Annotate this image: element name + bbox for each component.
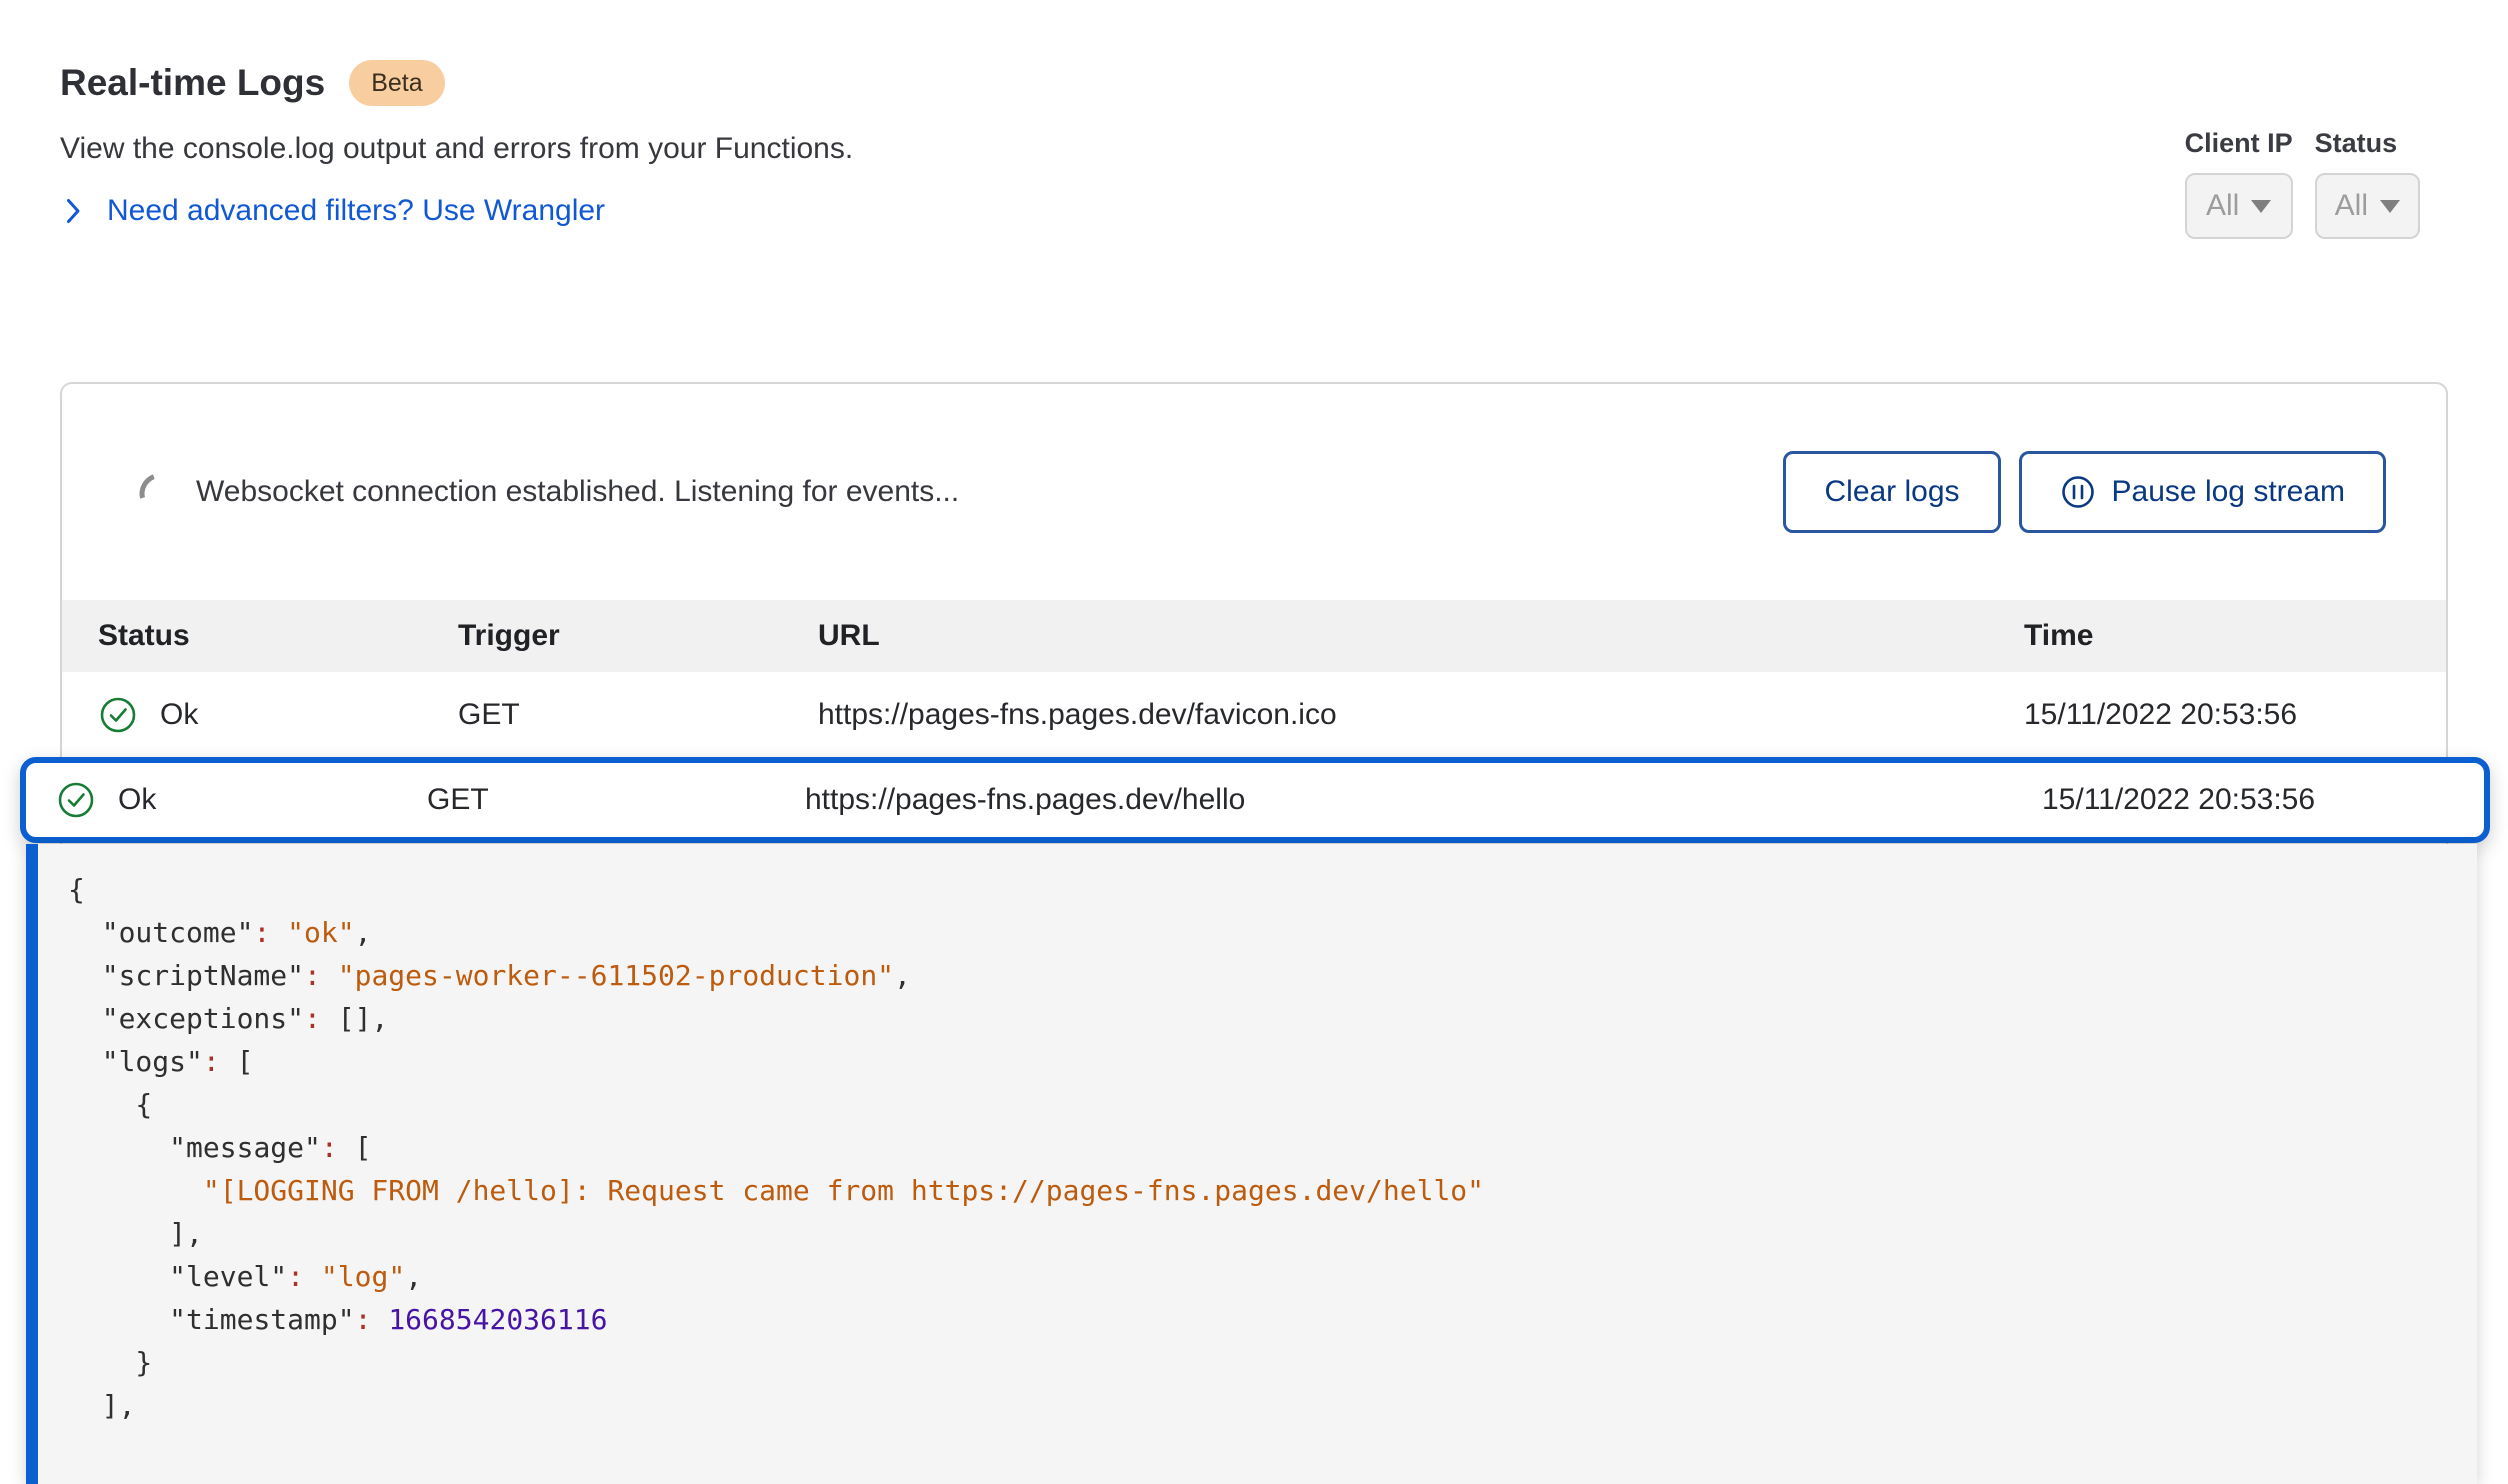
spinner-icon: [133, 467, 181, 517]
client-ip-label: Client IP: [2185, 128, 2293, 159]
row-time: 15/11/2022 20:53:56: [2024, 698, 2410, 732]
log-filters: Client IP All Status All: [2185, 128, 2420, 239]
json-line: "message": [: [68, 1126, 2457, 1169]
row-time: 15/11/2022 20:53:56: [2042, 783, 2454, 817]
success-check-icon: [98, 695, 138, 735]
beta-badge: Beta: [349, 60, 444, 106]
success-check-icon: [56, 780, 96, 820]
json-line: "level": "log",: [68, 1255, 2457, 1298]
clear-logs-button[interactable]: Clear logs: [1783, 451, 2000, 533]
wrangler-link[interactable]: Need advanced filters? Use Wrangler: [107, 192, 605, 230]
json-line: "[LOGGING FROM /hello]: Request came fro…: [68, 1169, 2457, 1212]
pause-icon: [2060, 474, 2096, 510]
page-header: Real-time Logs Beta View the console.log…: [60, 60, 2448, 106]
json-line: "timestamp": 1668542036116: [68, 1298, 2457, 1341]
json-line: "logs": [: [68, 1040, 2457, 1083]
pause-log-stream-label: Pause log stream: [2112, 475, 2345, 509]
json-viewer: { "outcome": "ok", "scriptName": "pages-…: [68, 868, 2457, 1427]
clear-logs-label: Clear logs: [1824, 475, 1959, 509]
col-url: URL: [818, 619, 2024, 653]
json-line: }: [68, 1341, 2457, 1384]
client-ip-value: All: [2206, 189, 2239, 223]
expanded-log-entry: Ok GET https://pages-fns.pages.dev/hello…: [20, 757, 2490, 843]
json-line: "outcome": "ok",: [68, 911, 2457, 954]
log-detail-block: { "outcome": "ok", "scriptName": "pages-…: [26, 844, 2477, 1484]
col-status: Status: [98, 619, 458, 653]
json-line: {: [68, 1083, 2457, 1126]
json-line: "exceptions": [],: [68, 997, 2457, 1040]
row-url: https://pages-fns.pages.dev/hello: [805, 783, 2042, 817]
websocket-status: Websocket connection established. Listen…: [196, 475, 1783, 509]
row-url: https://pages-fns.pages.dev/favicon.ico: [818, 698, 2024, 732]
row-status: Ok: [160, 698, 198, 732]
row-trigger: GET: [427, 783, 805, 817]
status-label: Status: [2315, 128, 2420, 159]
caret-down-icon: [2251, 200, 2271, 213]
realtime-logs-page: { "page": { "title": "Real-time Logs", "…: [0, 0, 2508, 1434]
wrangler-disclosure[interactable]: Need advanced filters? Use Wrangler: [66, 192, 605, 230]
chevron-right-icon: [66, 198, 81, 224]
row-status: Ok: [118, 783, 156, 817]
row-trigger: GET: [458, 698, 818, 732]
caret-down-icon: [2380, 200, 2400, 213]
json-line: ],: [68, 1212, 2457, 1255]
log-row-favicon[interactable]: Ok GET https://pages-fns.pages.dev/favic…: [62, 672, 2446, 758]
json-line: "scriptName": "pages-worker--611502-prod…: [68, 954, 2457, 997]
client-ip-dropdown[interactable]: All: [2185, 173, 2293, 239]
pause-log-stream-button[interactable]: Pause log stream: [2019, 451, 2386, 533]
page-subtitle: View the console.log output and errors f…: [60, 130, 853, 168]
table-header: Status Trigger URL Time: [62, 600, 2446, 672]
json-line: ],: [68, 1384, 2457, 1427]
page-title: Real-time Logs: [60, 60, 325, 106]
log-row-hello-selected[interactable]: Ok GET https://pages-fns.pages.dev/hello…: [20, 757, 2490, 843]
status-dropdown[interactable]: All: [2315, 173, 2420, 239]
logs-toolbar: Websocket connection established. Listen…: [62, 384, 2446, 600]
status-value: All: [2335, 189, 2368, 223]
json-line: {: [68, 868, 2457, 911]
col-trigger: Trigger: [458, 619, 818, 653]
col-time: Time: [2024, 619, 2410, 653]
